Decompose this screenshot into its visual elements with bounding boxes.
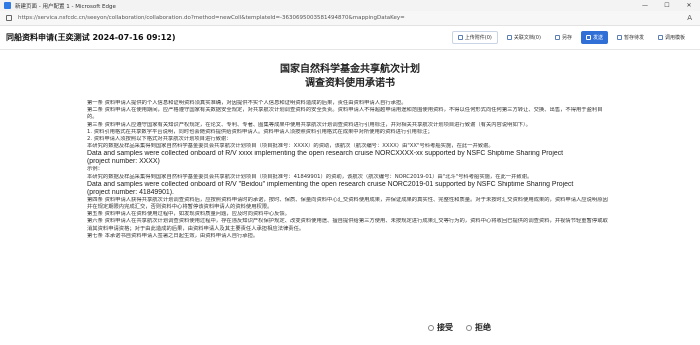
save-draft-button[interactable]: 暂存待发 xyxy=(612,31,649,44)
browser-title-bar: 新建页面 - 用户配置 1 - Microsoft Edge — ☐ ✕ xyxy=(0,0,700,11)
save-as-button[interactable]: 另存 xyxy=(550,31,577,44)
related-docs-button[interactable]: 关联文档(0) xyxy=(502,31,546,44)
document-title: 国家自然科学基金共享航次计划 xyxy=(280,64,420,75)
address-bar[interactable]: https://servica.nsfcdc.cn/seeyon/collabo… xyxy=(0,11,700,26)
save-as-label: 另存 xyxy=(561,35,572,41)
document-line: 第二条 资料申请人在使用期间，应严格遵守国家有关数据安全规定，对共享航次计划调查… xyxy=(87,107,603,121)
minimize-button[interactable]: — xyxy=(634,0,656,11)
send-label: 发送 xyxy=(592,35,603,41)
close-button[interactable]: ✕ xyxy=(678,0,700,11)
copy-icon xyxy=(554,35,560,40)
document-line: (project number: 41849901). xyxy=(87,188,174,196)
document-area: 国家自然科学基金共享航次计划 调查资料使用承诺书 第一条 资料申请人提供的个人信… xyxy=(0,50,700,345)
document-line: 第七条 本承诺书自资料申请人签署之日起生效，由资料申请人自行承担。 xyxy=(87,232,259,239)
window-title: 新建页面 - 用户配置 1 - Microsoft Edge xyxy=(15,3,116,10)
app-header: 同船资料申请(王奕测试 2024-07-16 09:12) 上传附件(0) 关联… xyxy=(0,26,700,50)
toolbar: 上传附件(0) 关联文档(0) 另存 发送 暂存待发 调用模板 xyxy=(451,31,690,44)
save-draft-label: 暂存待发 xyxy=(623,35,644,41)
document-line: 第六条 资料申请人在共享航次计划调查资料使用过程中，存在违反知识产权保护规定、改… xyxy=(87,218,608,232)
accept-label: 接受 xyxy=(437,323,453,332)
document-line: 第一条 资料申请人提供的个人信息和证明资料须真实准确，对因提供不实个人信息和证明… xyxy=(87,100,407,106)
document-line: 第三条 资料申请人应遵守国家有关知识产权规定，在论文、专利、专著、图集等成果中使… xyxy=(87,121,531,128)
document-body: 第一条 资料申请人提供的个人信息和证明资料须真实准确，对因提供不实个人信息和证明… xyxy=(87,100,613,240)
reject-radio[interactable] xyxy=(466,324,472,331)
reject-label: 拒绝 xyxy=(475,323,491,332)
document-line: 本研究的数据及样品采集得到国家自然科学基金委员会共享航次计划项目（项目批准号：X… xyxy=(87,143,494,150)
document-line: (project number: XXXX) xyxy=(87,158,160,166)
accept-radio[interactable] xyxy=(428,324,434,331)
read-aloud-icon[interactable]: A xyxy=(687,14,692,22)
page-title: 同船资料申请(王奕测试 2024-07-16 09:12) xyxy=(6,33,176,42)
maximize-button[interactable]: ☐ xyxy=(656,0,678,11)
document-subtitle: 调查资料使用承诺书 xyxy=(305,78,395,89)
related-docs-label: 关联文档(0) xyxy=(513,35,541,41)
paperclip-icon xyxy=(457,35,463,40)
edge-icon xyxy=(4,2,11,9)
link-icon xyxy=(506,35,512,40)
template-icon xyxy=(657,35,663,40)
send-icon xyxy=(585,35,591,40)
document-line: 2. 资料申请人须按照以下格式对共享航次计划项目进行致谢： xyxy=(87,136,232,143)
document-line: Data and samples were collected onboard … xyxy=(87,150,564,158)
lock-icon xyxy=(6,15,12,21)
upload-attachment-label: 上传附件(0) xyxy=(464,35,492,41)
document-line: 示例： xyxy=(87,166,103,173)
document-line: Data and samples were collected onboard … xyxy=(87,180,574,188)
document-line: 本研究的数据及样品采集得到国家自然科学基金委员会共享航次计划项目（项目批准号：4… xyxy=(87,173,533,180)
window-controls: — ☐ ✕ xyxy=(634,0,700,11)
document-line: 1. 资料引用格式在共享数字平台说明，同时也会随资料提供给资料申请人。资料申请人… xyxy=(87,128,433,135)
use-template-label: 调用模板 xyxy=(664,35,685,41)
upload-attachment-button[interactable]: 上传附件(0) xyxy=(451,31,498,44)
reject-option[interactable]: 拒绝 xyxy=(466,322,491,333)
url-field[interactable]: https://servica.nsfcdc.cn/seeyon/collabo… xyxy=(18,15,658,21)
save-icon xyxy=(616,35,622,40)
use-template-button[interactable]: 调用模板 xyxy=(653,31,690,44)
document-line: 第四条 资料申请人获得共享航次计划调查资料后，应按照资料申请时的承诺，按时、保质… xyxy=(87,196,608,211)
accept-option[interactable]: 接受 xyxy=(428,322,453,333)
document-line: 第五条 资料申请人在资料使用过程中，如发现资料质量问题，应及时向资料中心反馈。 xyxy=(87,211,290,218)
send-button[interactable]: 发送 xyxy=(580,31,608,44)
